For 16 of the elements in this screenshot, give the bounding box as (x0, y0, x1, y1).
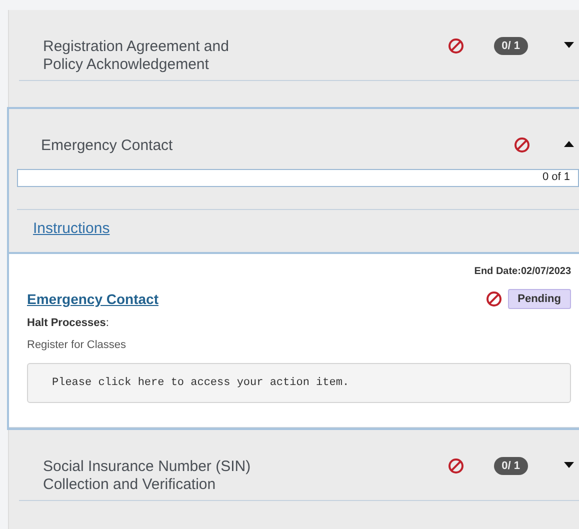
count-badge: 0/ 1 (494, 37, 528, 55)
process-name: Register for Classes (27, 339, 128, 351)
caret-icon[interactable] (564, 42, 574, 48)
caret-icon[interactable] (564, 462, 574, 468)
item-link[interactable]: Emergency Contact (27, 291, 486, 307)
end-date: End Date:02/07/2023 (473, 266, 571, 277)
halt-label: Halt Processes: (27, 317, 110, 329)
action-box[interactable]: Please click here to access your action item. (27, 363, 571, 403)
section-title[interactable]: Social Insurance Number (SIN) Collection and Verification (43, 458, 448, 494)
count-badge: 0/ 1 (494, 457, 528, 475)
status-badge: Pending (508, 289, 571, 309)
instructions-link[interactable]: Instructions (33, 220, 110, 237)
section-title[interactable]: Emergency Contact (41, 137, 514, 155)
caret-icon[interactable] (564, 141, 574, 147)
section-title[interactable]: Registration Agreement and Policy Acknowledgement (43, 38, 448, 74)
progress-reading: 0 of 1 (542, 171, 570, 183)
